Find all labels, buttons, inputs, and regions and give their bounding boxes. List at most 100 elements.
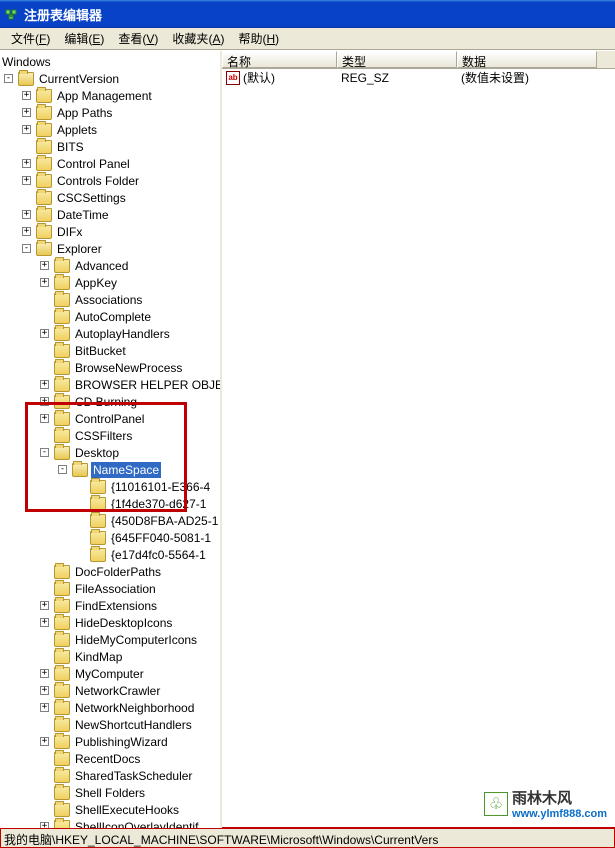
expander-icon[interactable]: + — [40, 686, 49, 695]
tree-item-label: DIFx — [55, 224, 84, 240]
tree-item[interactable]: +Controls Folder — [0, 172, 220, 189]
expander-icon[interactable]: + — [40, 601, 49, 610]
tree-item[interactable]: ShellExecuteHooks — [0, 801, 220, 818]
col-name[interactable]: 名称 — [222, 51, 337, 68]
tree-item[interactable]: + DIFx — [0, 223, 220, 240]
titlebar: 注册表编辑器 — [0, 0, 615, 28]
expander-icon[interactable]: + — [40, 414, 49, 423]
expander-icon[interactable]: + — [22, 227, 31, 236]
tree-item[interactable]: +ControlPanel — [0, 410, 220, 427]
tree-item-label: FindExtensions — [73, 598, 159, 614]
tree-item[interactable]: - Desktop — [0, 444, 220, 461]
tree-item-label: Desktop — [73, 445, 121, 461]
expander-icon[interactable]: + — [40, 703, 49, 712]
tree-item[interactable]: RecentDocs — [0, 750, 220, 767]
tree-item[interactable]: BitBucket — [0, 342, 220, 359]
tree-item[interactable]: +Applets — [0, 121, 220, 138]
tree-item[interactable]: +NetworkCrawler — [0, 682, 220, 699]
folder-icon — [54, 276, 70, 290]
expander-icon[interactable]: + — [40, 278, 49, 287]
folder-icon — [36, 140, 52, 154]
menu-edit[interactable]: 编辑(E) — [57, 28, 111, 49]
tree-item-label: BrowseNewProcess — [73, 360, 184, 376]
statusbar: 我的电脑\HKEY_LOCAL_MACHINE\SOFTWARE\Microso… — [0, 828, 615, 848]
tree-item[interactable]: CSSFilters — [0, 427, 220, 444]
tree-item[interactable]: Associations — [0, 291, 220, 308]
tree-item[interactable]: FileAssociation — [0, 580, 220, 597]
col-data[interactable]: 数据 — [457, 51, 597, 68]
expander-icon[interactable]: + — [40, 822, 49, 828]
folder-icon — [54, 361, 70, 375]
tree-item[interactable]: CSCSettings — [0, 189, 220, 206]
tree-item[interactable]: BITS — [0, 138, 220, 155]
expander-icon[interactable]: + — [22, 176, 31, 185]
tree-item-label: {11016101-E366-4 — [109, 479, 212, 495]
expander-icon[interactable]: + — [40, 261, 49, 270]
tree-item[interactable]: KindMap — [0, 648, 220, 665]
folder-icon — [54, 616, 70, 630]
col-type[interactable]: 类型 — [337, 51, 457, 68]
tree-item[interactable]: -Explorer — [0, 240, 220, 257]
expander-icon[interactable]: - — [22, 244, 31, 253]
expander-icon[interactable]: + — [40, 618, 49, 627]
expander-icon[interactable]: + — [40, 380, 49, 389]
list-row[interactable]: ab(默认)REG_SZ(数值未设置) — [222, 69, 615, 86]
tree-root[interactable]: Windows — [0, 53, 220, 70]
expander-icon[interactable]: - — [40, 448, 49, 457]
tree-item[interactable]: +HideDesktopIcons — [0, 614, 220, 631]
tree-item-label: NewShortcutHandlers — [73, 717, 194, 733]
list-body[interactable]: ab(默认)REG_SZ(数值未设置) — [222, 69, 615, 828]
folder-icon — [36, 123, 52, 137]
tree-item[interactable]: + NetworkNeighborhood — [0, 699, 220, 716]
tree-item[interactable]: DocFolderPaths — [0, 563, 220, 580]
tree-item[interactable]: {1f4de370-d627-1 — [0, 495, 220, 512]
expander-icon[interactable]: + — [40, 329, 49, 338]
tree-item-label: RecentDocs — [73, 751, 142, 767]
tree-pane[interactable]: Windows-CurrentVersion+App Management+Ap… — [0, 51, 222, 828]
menu-favorites[interactable]: 收藏夹(A) — [165, 28, 231, 49]
expander-icon[interactable]: + — [22, 159, 31, 168]
tree-item[interactable]: +Advanced — [0, 257, 220, 274]
tree-item[interactable]: +Control Panel — [0, 155, 220, 172]
tree-item[interactable]: AutoComplete — [0, 308, 220, 325]
tree-item[interactable]: +DateTime — [0, 206, 220, 223]
regedit-icon — [4, 6, 20, 22]
expander-icon[interactable]: + — [40, 397, 49, 406]
menu-help[interactable]: 帮助(H) — [231, 28, 286, 49]
expander-icon[interactable]: + — [22, 91, 31, 100]
tree-item[interactable]: +MyComputer — [0, 665, 220, 682]
expander-icon[interactable]: + — [22, 210, 31, 219]
tree-item[interactable]: +CD Burning — [0, 393, 220, 410]
tree-item[interactable]: +AutoplayHandlers — [0, 325, 220, 342]
expander-icon[interactable]: - — [4, 74, 13, 83]
expander-icon[interactable]: - — [58, 465, 67, 474]
tree-item[interactable]: +BROWSER HELPER OBJECTS — [0, 376, 220, 393]
tree-item[interactable]: {450D8FBA-AD25-1 — [0, 512, 220, 529]
tree-item[interactable]: +ShellIconOverlayIdentif — [0, 818, 220, 828]
expander-icon[interactable]: + — [40, 737, 49, 746]
expander-icon[interactable]: + — [40, 669, 49, 678]
tree-item[interactable]: NewShortcutHandlers — [0, 716, 220, 733]
menu-file[interactable]: 文件(F) — [4, 28, 57, 49]
expander-icon[interactable]: + — [22, 125, 31, 134]
tree-item[interactable]: +AppKey — [0, 274, 220, 291]
tree-item[interactable]: BrowseNewProcess — [0, 359, 220, 376]
expander-icon[interactable]: + — [22, 108, 31, 117]
tree-item[interactable]: HideMyComputerIcons — [0, 631, 220, 648]
menu-view[interactable]: 查看(V) — [111, 28, 165, 49]
tree-item[interactable]: {e17d4fc0-5564-1 — [0, 546, 220, 563]
tree-item-label: NetworkNeighborhood — [73, 700, 196, 716]
tree-item[interactable]: -NameSpace — [0, 461, 220, 478]
tree-item[interactable]: +App Management — [0, 87, 220, 104]
tree-item[interactable]: {11016101-E366-4 — [0, 478, 220, 495]
folder-icon — [54, 650, 70, 664]
folder-icon — [90, 548, 106, 562]
tree-item[interactable]: +App Paths — [0, 104, 220, 121]
tree-item[interactable]: {645FF040-5081-1 — [0, 529, 220, 546]
tree-item[interactable]: SharedTaskScheduler — [0, 767, 220, 784]
tree-item[interactable]: -CurrentVersion — [0, 70, 220, 87]
tree-item[interactable]: + FindExtensions — [0, 597, 220, 614]
tree-item[interactable]: +PublishingWizard — [0, 733, 220, 750]
folder-icon — [54, 701, 70, 715]
tree-item[interactable]: Shell Folders — [0, 784, 220, 801]
